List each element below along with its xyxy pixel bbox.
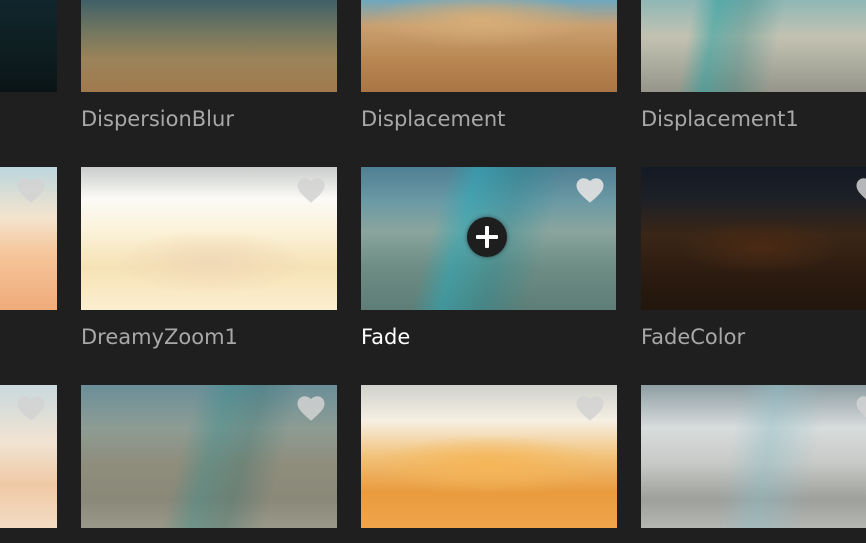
transition-tile-dispersionblur[interactable] <box>81 0 337 92</box>
transition-thumbnail <box>641 0 866 92</box>
transition-tile-partial-row1[interactable] <box>0 0 57 92</box>
transition-tile-fadecolor[interactable] <box>641 167 866 310</box>
transition-tile-partial-row2[interactable] <box>0 167 57 310</box>
transition-label: Displacement <box>361 107 506 131</box>
transition-label: FadeColor <box>641 325 746 349</box>
transition-thumbnail <box>641 385 866 528</box>
heart-icon[interactable] <box>296 395 326 422</box>
transition-label-selected: Fade <box>361 325 411 349</box>
transition-tile-row3-3[interactable] <box>641 385 866 528</box>
transition-label: DispersionBlur <box>81 107 234 131</box>
plus-icon[interactable] <box>467 217 507 257</box>
heart-icon[interactable] <box>296 177 326 204</box>
heart-icon[interactable] <box>855 177 866 204</box>
transition-label: Displacement1 <box>641 107 799 131</box>
heart-icon[interactable] <box>575 395 605 422</box>
transition-tile-partial-row3[interactable] <box>0 385 57 528</box>
heart-icon[interactable] <box>16 177 46 204</box>
transition-thumbnail <box>81 0 337 92</box>
transition-tile-row3-1[interactable] <box>81 385 337 528</box>
transition-tile-displacement1[interactable] <box>641 0 866 92</box>
transition-thumbnail <box>641 167 866 310</box>
transition-thumbnail <box>361 0 617 92</box>
transition-tile-fade[interactable] <box>361 167 616 310</box>
heart-icon[interactable] <box>16 395 46 422</box>
transition-thumbnail <box>0 0 57 92</box>
transition-tile-displacement[interactable] <box>361 0 617 92</box>
transition-tile-row3-2[interactable] <box>361 385 617 528</box>
transition-tile-dreamyzoom1[interactable] <box>81 167 337 310</box>
heart-icon[interactable] <box>575 177 605 204</box>
transition-label: DreamyZoom1 <box>81 325 238 349</box>
heart-icon[interactable] <box>855 395 866 422</box>
